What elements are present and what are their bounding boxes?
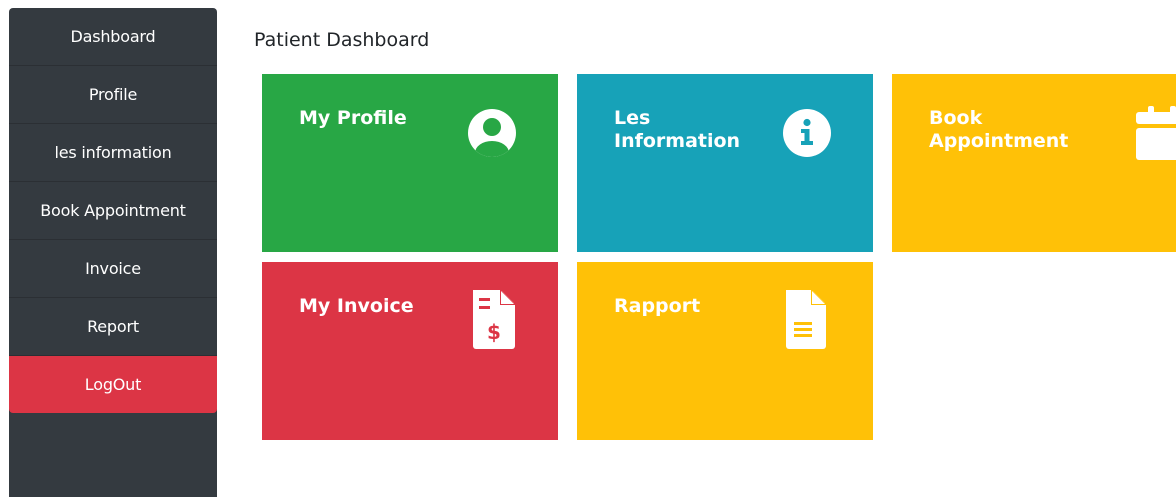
calendar-icon bbox=[1134, 104, 1176, 166]
card-title: Les Information bbox=[614, 107, 741, 152]
card-title: My Invoice bbox=[299, 295, 414, 317]
file-text-icon bbox=[783, 288, 829, 354]
card-book-appointment[interactable]: Book Appointment bbox=[892, 74, 1176, 252]
info-circle-icon bbox=[779, 105, 835, 165]
card-my-profile[interactable]: My Profile bbox=[262, 74, 558, 252]
svg-text:$: $ bbox=[487, 320, 501, 344]
card-les-information[interactable]: Les Information bbox=[577, 74, 873, 252]
sidebar-item-book-appointment[interactable]: Book Appointment bbox=[9, 182, 217, 240]
sidebar-item-profile[interactable]: Profile bbox=[9, 66, 217, 124]
card-rapport[interactable]: Rapport bbox=[577, 262, 873, 440]
user-circle-icon bbox=[464, 105, 520, 165]
sidebar-item-invoice[interactable]: Invoice bbox=[9, 240, 217, 298]
sidebar-item-report[interactable]: Report bbox=[9, 298, 217, 356]
sidebar-item-dashboard[interactable]: Dashboard bbox=[9, 8, 217, 66]
page-title: Patient Dashboard bbox=[254, 29, 430, 51]
card-title: Rapport bbox=[614, 295, 701, 317]
card-my-invoice[interactable]: My Invoice $ bbox=[262, 262, 558, 440]
logout-button[interactable]: LogOut bbox=[9, 356, 217, 413]
sidebar-item-les-information[interactable]: les information bbox=[9, 124, 217, 182]
sidebar: Dashboard Profile les information Book A… bbox=[9, 8, 217, 497]
card-title: Book Appointment bbox=[929, 107, 1069, 152]
invoice-dollar-icon: $ bbox=[470, 288, 518, 354]
card-title: My Profile bbox=[299, 107, 407, 129]
